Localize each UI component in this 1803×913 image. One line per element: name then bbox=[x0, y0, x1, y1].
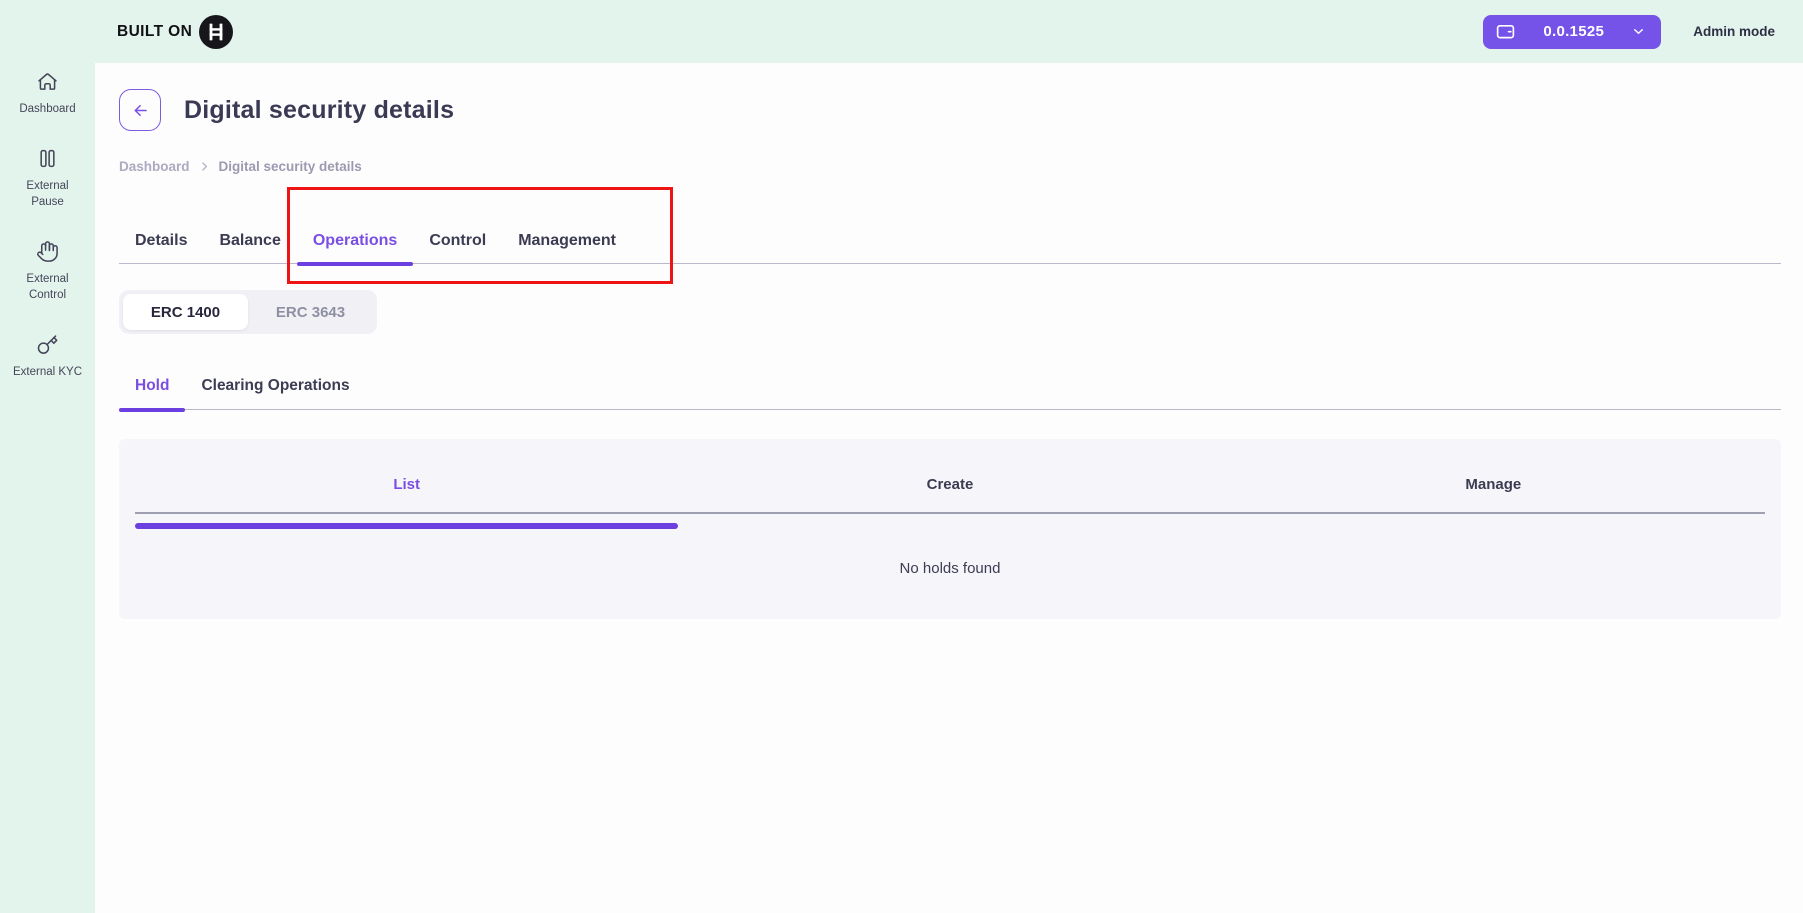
brand-text: BUILT ON bbox=[117, 23, 192, 41]
sidebar-item-external-control[interactable]: External Control bbox=[0, 240, 95, 303]
tab-manage[interactable]: Manage bbox=[1222, 451, 1765, 517]
tab-balance[interactable]: Balance bbox=[203, 218, 296, 263]
breadcrumb-dashboard[interactable]: Dashboard bbox=[119, 159, 190, 174]
sidebar-item-label: External KYC bbox=[12, 364, 84, 380]
sidebar-item-label: External Control bbox=[12, 271, 84, 303]
main-tab-bar: Details Balance Operations Control Manag… bbox=[119, 218, 1781, 264]
empty-state-message: No holds found bbox=[900, 560, 1001, 577]
account-id: 0.0.1525 bbox=[1543, 23, 1604, 40]
tab-details[interactable]: Details bbox=[119, 218, 203, 263]
key-icon bbox=[36, 333, 59, 356]
tab-clearing-operations[interactable]: Clearing Operations bbox=[185, 362, 365, 409]
breadcrumb: Dashboard Digital security details bbox=[119, 157, 1781, 175]
pause-icon bbox=[36, 147, 59, 170]
topbar-right: 0.0.1525 Admin mode bbox=[1483, 15, 1775, 49]
account-badge[interactable]: 0.0.1525 bbox=[1483, 15, 1661, 49]
sidebar: Dashboard External Pause External Contro… bbox=[0, 63, 95, 913]
tab-control[interactable]: Control bbox=[413, 218, 502, 263]
back-button[interactable] bbox=[119, 89, 161, 131]
toggle-erc-3643[interactable]: ERC 3643 bbox=[248, 294, 373, 330]
home-icon bbox=[36, 70, 59, 93]
page-title: Digital security details bbox=[184, 96, 454, 125]
tab-create[interactable]: Create bbox=[678, 451, 1221, 517]
sidebar-item-label: Dashboard bbox=[12, 101, 84, 117]
arrow-left-icon bbox=[131, 101, 150, 120]
toggle-erc-1400[interactable]: ERC 1400 bbox=[123, 294, 248, 330]
tab-operations[interactable]: Operations bbox=[297, 218, 413, 263]
chevron-down-icon bbox=[1631, 24, 1646, 39]
sidebar-item-external-pause[interactable]: External Pause bbox=[0, 147, 95, 210]
brand: BUILT ON bbox=[117, 15, 233, 49]
tab-list[interactable]: List bbox=[135, 451, 678, 517]
empty-state: No holds found bbox=[119, 517, 1781, 619]
admin-mode-label: Admin mode bbox=[1693, 24, 1775, 39]
holds-tab-bar: List Create Manage bbox=[119, 439, 1781, 517]
breadcrumb-current: Digital security details bbox=[219, 159, 362, 174]
operation-tab-bar: Hold Clearing Operations bbox=[119, 362, 1781, 410]
holds-panel: List Create Manage No holds found bbox=[119, 439, 1781, 619]
sidebar-item-dashboard[interactable]: Dashboard bbox=[0, 70, 95, 117]
standard-toggle: ERC 1400 ERC 3643 bbox=[119, 290, 377, 334]
chevron-right-icon bbox=[198, 160, 211, 173]
main-content: Digital security details Dashboard Digit… bbox=[95, 63, 1803, 913]
sidebar-item-label: External Pause bbox=[12, 178, 84, 210]
tab-management[interactable]: Management bbox=[502, 218, 632, 263]
page-header: Digital security details bbox=[119, 89, 1781, 131]
wallet-icon bbox=[1495, 21, 1516, 42]
hand-icon bbox=[36, 240, 59, 263]
sidebar-item-external-kyc[interactable]: External KYC bbox=[0, 333, 95, 380]
hedera-logo-icon bbox=[199, 15, 233, 49]
tab-hold[interactable]: Hold bbox=[119, 362, 185, 409]
topbar: BUILT ON 0.0.1525 bbox=[0, 0, 1803, 63]
